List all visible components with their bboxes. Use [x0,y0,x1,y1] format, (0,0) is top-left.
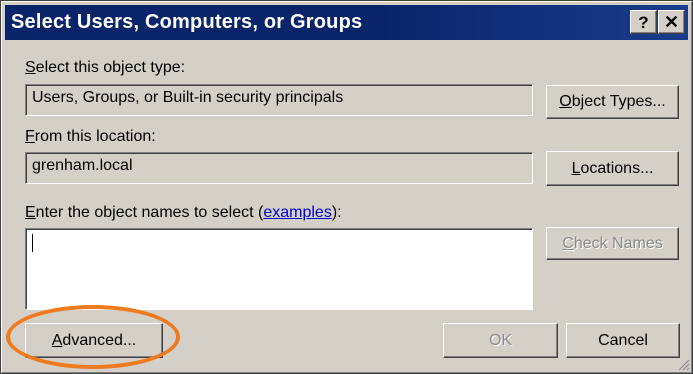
object-type-field: Users, Groups, or Built-in security prin… [25,84,533,116]
text-caret [32,234,33,252]
object-type-label: Select this object type: [25,59,186,76]
resize-grip-icon[interactable] [676,357,690,371]
location-label: From this location: [25,128,156,145]
object-names-input[interactable] [25,228,533,310]
examples-link[interactable]: examples [263,204,331,221]
object-types-button[interactable]: Object Types... [546,85,679,119]
window-title: Select Users, Computers, or Groups [11,11,363,33]
help-button[interactable]: ? [630,10,657,34]
close-icon: ✕ [663,12,680,32]
title-bar[interactable]: Select Users, Computers, or Groups ? ✕ [5,5,688,40]
ok-button[interactable]: OK [443,323,558,358]
help-icon: ? [638,12,649,32]
location-field: grenham.local [25,152,533,184]
advanced-button[interactable]: Advanced... [25,323,163,358]
object-names-label: Enter the object names to select (exampl… [25,204,342,221]
select-users-dialog: Select Users, Computers, or Groups ? ✕ S… [0,0,693,374]
locations-button[interactable]: Locations... [546,151,679,186]
cancel-button[interactable]: Cancel [566,323,680,358]
close-button[interactable]: ✕ [658,10,685,34]
check-names-button[interactable]: Check Names [546,227,679,260]
